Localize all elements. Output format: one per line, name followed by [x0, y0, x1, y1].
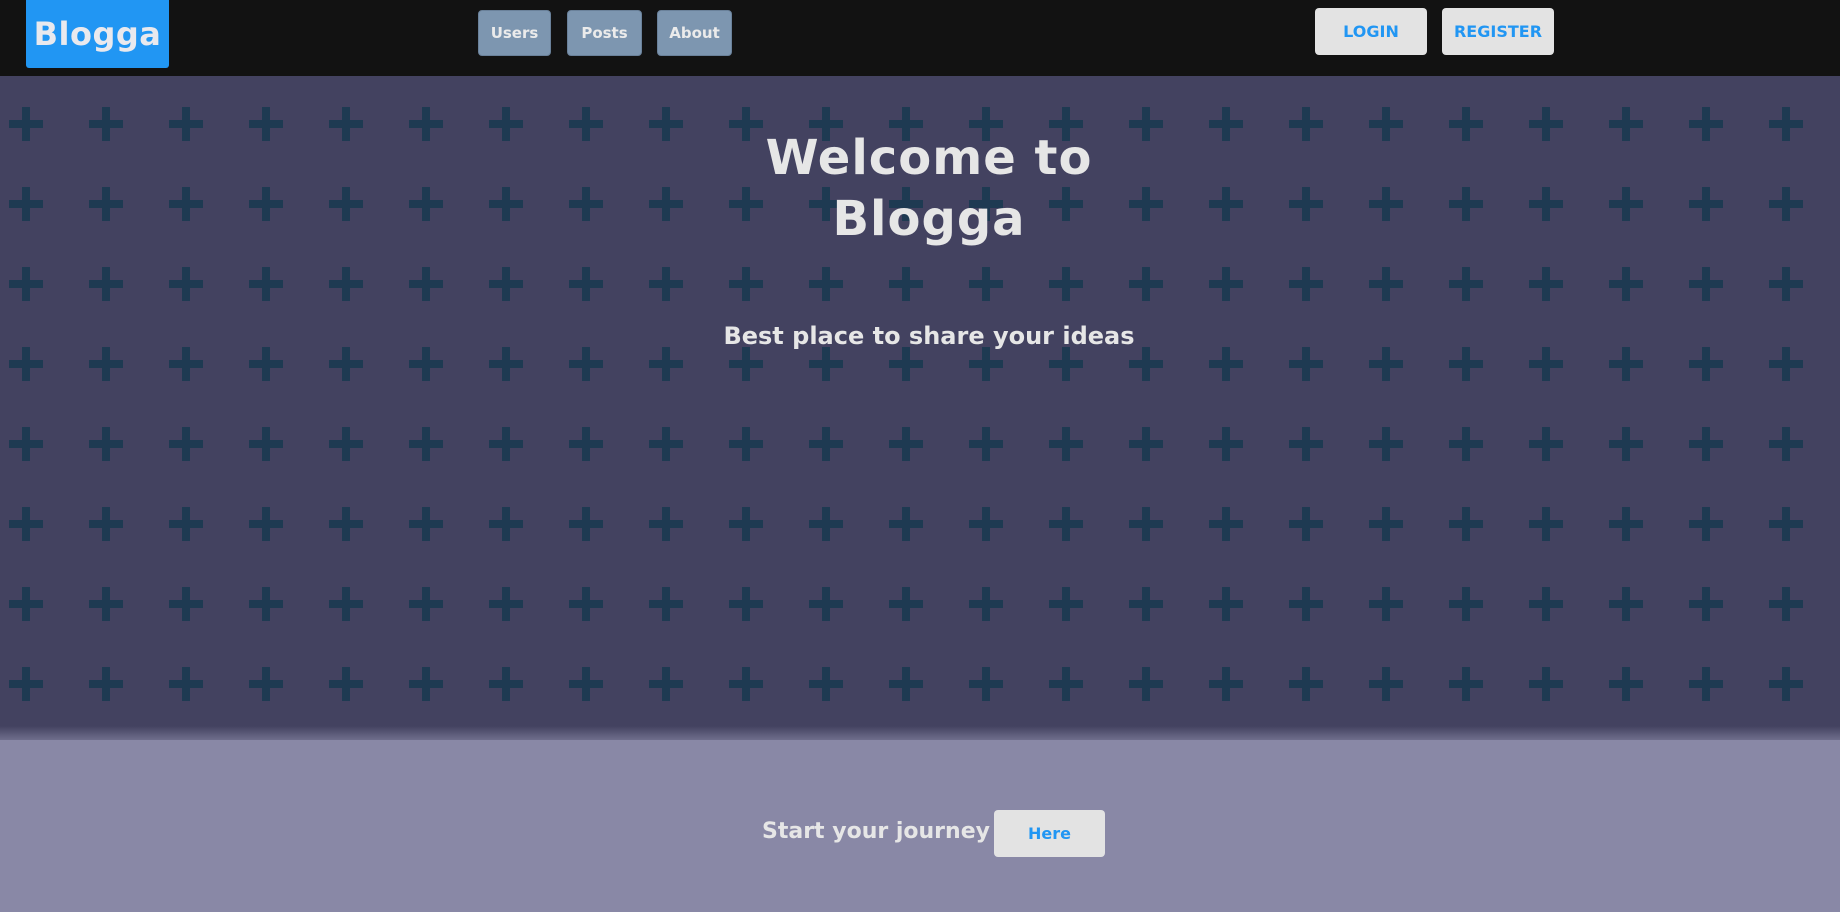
hero-title: Welcome to Blogga	[0, 128, 1840, 250]
hero-bottom-fade	[0, 726, 1840, 740]
top-navbar: Blogga Users Posts About LOGIN REGISTER	[0, 0, 1840, 76]
hero-section: Welcome to Blogga Best place to share yo…	[0, 76, 1840, 740]
hero-subtitle: Best place to share your ideas	[723, 322, 1135, 350]
cta-text: Start your journey	[762, 819, 990, 844]
login-button[interactable]: LOGIN	[1315, 8, 1427, 55]
here-button[interactable]: Here	[994, 810, 1105, 857]
hero-title-line1: Welcome to	[765, 130, 1093, 186]
brand-logo[interactable]: Blogga	[26, 0, 169, 68]
nav-posts-button[interactable]: Posts	[567, 10, 642, 56]
nav-users-button[interactable]: Users	[478, 10, 551, 56]
register-button[interactable]: REGISTER	[1442, 8, 1554, 55]
hero-title-line2: Blogga	[832, 191, 1026, 247]
nav-about-button[interactable]: About	[657, 10, 732, 56]
